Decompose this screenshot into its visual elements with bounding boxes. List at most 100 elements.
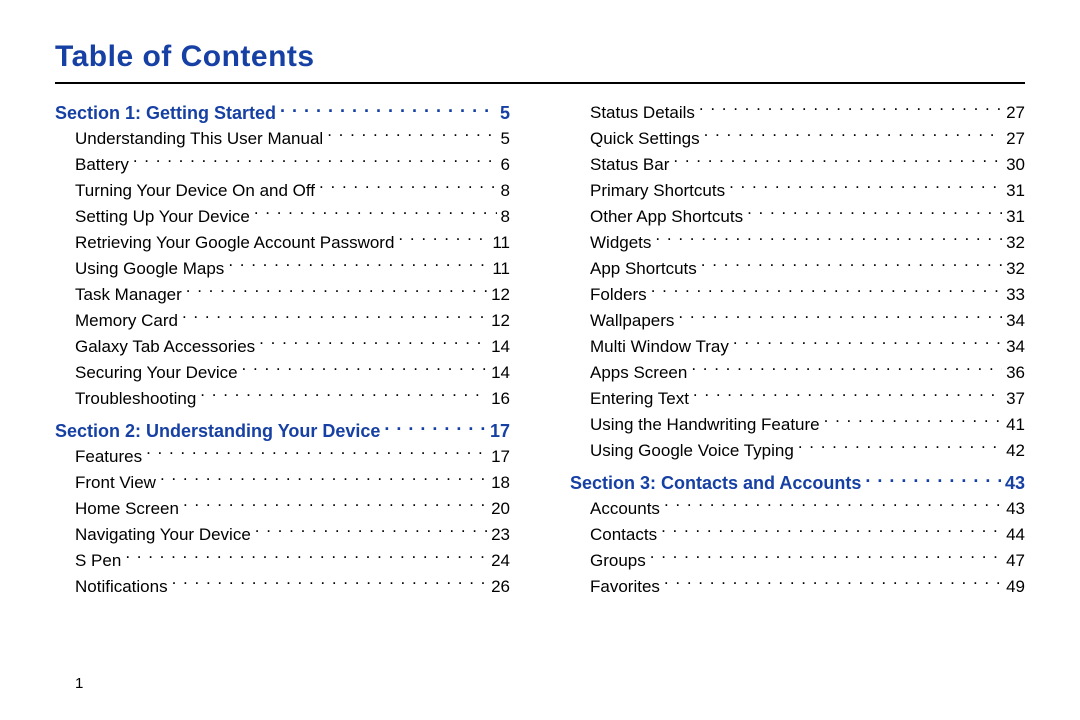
toc-label: Folders — [570, 282, 647, 308]
toc-entry[interactable]: Understanding This User Manual5 — [55, 126, 510, 152]
toc-leader-dots — [661, 523, 1002, 540]
toc-leader-dots — [384, 419, 486, 437]
toc-leader-dots — [259, 335, 487, 352]
toc-label: Securing Your Device — [55, 360, 238, 386]
toc-page-number: 31 — [1006, 178, 1025, 204]
toc-label: S Pen — [55, 548, 121, 574]
toc-entry[interactable]: App Shortcuts32 — [570, 256, 1025, 282]
toc-leader-dots — [747, 205, 1002, 222]
toc-leader-dots — [655, 231, 1002, 248]
toc-column-right: Status Details27Quick Settings 27Status B… — [570, 100, 1025, 600]
toc-section-heading[interactable]: Section 1: Getting Started5 — [55, 100, 510, 126]
toc-entry[interactable]: Troubleshooting16 — [55, 386, 510, 412]
toc-entry[interactable]: Primary Shortcuts31 — [570, 178, 1025, 204]
toc-label: Widgets — [570, 230, 651, 256]
toc-entry[interactable]: Accounts43 — [570, 496, 1025, 522]
toc-label: Galaxy Tab Accessories — [55, 334, 255, 360]
toc-label: Features — [55, 444, 142, 470]
title-rule — [55, 82, 1025, 84]
toc-entry[interactable]: Status Bar30 — [570, 152, 1025, 178]
toc-leader-dots — [729, 179, 1002, 196]
toc-leader-dots — [693, 387, 1002, 404]
toc-entry[interactable]: Using Google Maps11 — [55, 256, 510, 282]
toc-label: Contacts — [570, 522, 657, 548]
toc-label: Apps Screen — [570, 360, 687, 386]
toc-page-number: 49 — [1006, 574, 1025, 600]
toc-page-number: 27 — [1006, 126, 1025, 152]
toc-entry[interactable]: Using Google Voice Typing42 — [570, 438, 1025, 464]
toc-entry[interactable]: Multi Window Tray34 — [570, 334, 1025, 360]
toc-entry[interactable]: Galaxy Tab Accessories14 — [55, 334, 510, 360]
toc-page-number: 47 — [1006, 548, 1025, 574]
toc-entry[interactable]: Wallpapers34 — [570, 308, 1025, 334]
toc-entry[interactable]: Setting Up Your Device8 — [55, 204, 510, 230]
toc-leader-dots — [704, 127, 1002, 144]
toc-entry[interactable]: Task Manager12 — [55, 282, 510, 308]
toc-leader-dots — [691, 361, 1002, 378]
toc-label: Quick Settings — [570, 126, 700, 152]
toc-label: Navigating Your Device — [55, 522, 251, 548]
toc-page-number: 12 — [491, 282, 510, 308]
toc-leader-dots — [172, 575, 487, 592]
toc-entry[interactable]: Front View18 — [55, 470, 510, 496]
toc-entry[interactable]: Quick Settings 27 — [570, 126, 1025, 152]
toc-leader-dots — [701, 257, 1002, 274]
toc-entry[interactable]: Battery6 — [55, 152, 510, 178]
toc-page-number: 33 — [1006, 282, 1025, 308]
document-page: Table of Contents Section 1: Getting Sta… — [0, 0, 1080, 720]
toc-leader-dots — [733, 335, 1002, 352]
toc-page-number: 8 — [501, 204, 510, 230]
toc-label: Multi Window Tray — [570, 334, 729, 360]
page-title: Table of Contents — [55, 40, 1025, 74]
toc-leader-dots — [160, 471, 487, 488]
toc-page-number: 17 — [490, 418, 510, 444]
toc-entry[interactable]: Notifications26 — [55, 574, 510, 600]
toc-leader-dots — [186, 283, 487, 300]
toc-entry[interactable]: Apps Screen36 — [570, 360, 1025, 386]
toc-label: Entering Text — [570, 386, 689, 412]
toc-entry[interactable]: Contacts44 — [570, 522, 1025, 548]
toc-page-number: 41 — [1006, 412, 1025, 438]
toc-section-heading[interactable]: Section 3: Contacts and Accounts43 — [570, 470, 1025, 496]
toc-page-number: 17 — [491, 444, 510, 470]
toc-leader-dots — [280, 101, 496, 119]
toc-entry[interactable]: Entering Text37 — [570, 386, 1025, 412]
toc-page-number: 43 — [1006, 496, 1025, 522]
toc-page-number: 18 — [491, 470, 510, 496]
toc-label: Using Google Maps — [55, 256, 224, 282]
toc-page-number: 30 — [1006, 152, 1025, 178]
toc-leader-dots — [228, 257, 488, 274]
toc-entry[interactable]: Folders 33 — [570, 282, 1025, 308]
toc-section-heading[interactable]: Section 2: Understanding Your Device 17 — [55, 418, 510, 444]
toc-entry[interactable]: S Pen24 — [55, 548, 510, 574]
toc-entry[interactable]: Status Details27 — [570, 100, 1025, 126]
toc-entry[interactable]: Memory Card12 — [55, 308, 510, 334]
toc-page-number: 5 — [500, 100, 510, 126]
toc-leader-dots — [146, 445, 487, 462]
toc-leader-dots — [798, 439, 1002, 456]
toc-leader-dots — [673, 153, 1002, 170]
toc-entry[interactable]: Favorites49 — [570, 574, 1025, 600]
toc-entry[interactable]: Home Screen20 — [55, 496, 510, 522]
toc-leader-dots — [327, 127, 496, 144]
toc-leader-dots — [125, 549, 487, 566]
toc-leader-dots — [183, 497, 487, 514]
toc-page-number: 32 — [1006, 256, 1025, 282]
toc-page-number: 12 — [491, 308, 510, 334]
toc-entry[interactable]: Other App Shortcuts31 — [570, 204, 1025, 230]
toc-entry[interactable]: Retrieving Your Google Account Password1… — [55, 230, 510, 256]
toc-leader-dots — [824, 413, 1002, 430]
toc-entry[interactable]: Turning Your Device On and Off8 — [55, 178, 510, 204]
toc-entry[interactable]: Navigating Your Device23 — [55, 522, 510, 548]
toc-entry[interactable]: Groups47 — [570, 548, 1025, 574]
toc-entry[interactable]: Widgets32 — [570, 230, 1025, 256]
toc-entry[interactable]: Securing Your Device14 — [55, 360, 510, 386]
toc-label: Battery — [55, 152, 129, 178]
toc-label: Notifications — [55, 574, 168, 600]
page-number-footer: 1 — [75, 675, 83, 692]
toc-label: Section 2: Understanding Your Device — [55, 418, 380, 444]
toc-entry[interactable]: Features 17 — [55, 444, 510, 470]
toc-entry[interactable]: Using the Handwriting Feature41 — [570, 412, 1025, 438]
toc-page-number: 42 — [1006, 438, 1025, 464]
toc-leader-dots — [319, 179, 496, 196]
